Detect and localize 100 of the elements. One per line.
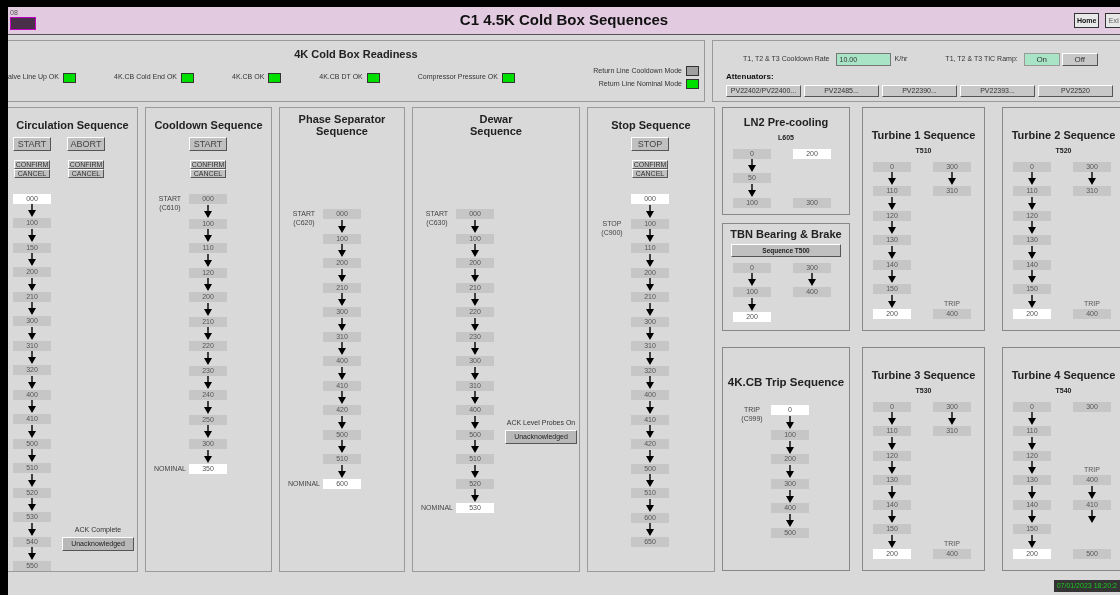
down-arrow-icon [888,196,896,210]
down-arrow-icon [748,183,756,197]
down-arrow-icon [338,244,346,258]
down-arrow-icon [646,400,654,414]
down-arrow-icon [204,253,212,267]
down-arrow-icon [1028,412,1036,426]
down-arrow-icon [646,204,654,218]
down-arrow-icon [1028,534,1036,548]
down-arrow-icon [471,489,479,503]
down-arrow-icon [204,278,212,292]
down-arrow-icon [646,498,654,512]
down-arrow-icon [888,412,896,426]
panel-title: LN2 Pre-cooling [742,115,830,130]
down-arrow-icon [471,244,479,258]
ramp-toggle[interactable]: Off [1061,53,1098,66]
down-arrow-icon [338,415,346,429]
down-arrow-icon [1088,172,1096,186]
down-arrow-icon [28,253,36,267]
down-arrow-icon [786,514,794,527]
down-arrow-icon [1028,221,1036,235]
down-arrow-icon [471,268,479,282]
panel-title: 4K.CB Trip Sequence [726,375,846,390]
down-arrow-icon [646,327,654,341]
down-arrow-icon [338,391,346,405]
down-arrow-icon [28,498,36,512]
down-arrow-icon [471,317,479,331]
down-arrow-icon [471,293,479,307]
down-arrow-icon [786,440,794,454]
ramp-toggle[interactable]: On [1023,53,1060,66]
down-arrow-icon [888,294,896,308]
window-title: C1 4.5K Cold Box Sequences [458,10,670,31]
down-arrow-icon [888,534,896,548]
down-arrow-icon [1028,294,1036,308]
down-arrow-icon [28,277,36,291]
down-arrow-icon [888,436,896,450]
down-arrow-icon [888,270,896,284]
down-arrow-icon [646,253,654,267]
down-arrow-icon [888,461,896,475]
panel-title: Phase Separator Sequence [297,113,387,137]
down-arrow-icon [28,228,36,242]
down-arrow-icon [1028,196,1036,210]
down-arrow-icon [748,159,756,173]
down-arrow-icon [786,489,794,503]
sequence-button[interactable]: START [13,136,51,151]
down-arrow-icon [204,400,212,414]
panel-title: TBN Bearing & Brake [729,227,843,242]
down-arrow-icon [1028,245,1036,259]
down-arrow-icon [1088,510,1096,524]
panel-title: Turbine 4 Sequence [1010,368,1117,383]
sequence-button[interactable]: STOP [631,137,669,151]
down-arrow-icon [338,293,346,307]
down-arrow-icon [1028,510,1036,524]
down-arrow-icon [1028,436,1036,450]
down-arrow-icon [204,351,212,365]
down-arrow-icon [646,523,654,537]
down-arrow-icon [28,204,36,218]
down-arrow-icon [471,391,479,405]
down-arrow-icon [28,522,36,536]
down-arrow-icon [28,424,36,438]
down-arrow-icon [948,412,956,426]
down-arrow-icon [1088,485,1096,499]
down-arrow-icon [28,375,36,389]
down-arrow-icon [338,268,346,282]
down-arrow-icon [646,474,654,488]
down-arrow-icon [204,302,212,316]
panel-title: Dewar Sequence [469,113,523,137]
panel-title: Cooldown Sequence [154,119,263,131]
down-arrow-icon [28,302,36,316]
sequence-button[interactable]: ABORT [67,136,105,151]
panel-title: Turbine 3 Sequence [870,368,977,383]
down-arrow-icon [748,273,756,287]
down-arrow-icon [204,425,212,439]
down-arrow-icon [204,449,212,463]
down-arrow-icon [646,425,654,439]
down-arrow-icon [1028,270,1036,284]
section-label: Attenuators: [726,71,774,83]
down-arrow-icon [748,297,756,311]
down-arrow-icon [28,400,36,414]
status-indicator [10,17,36,30]
down-arrow-icon [28,449,36,463]
panel-title: Turbine 1 Sequence [870,128,977,143]
down-arrow-icon [204,204,212,218]
down-arrow-icon [646,376,654,390]
sequence-button[interactable]: START [189,137,227,151]
down-arrow-icon [28,326,36,340]
down-arrow-icon [338,342,346,356]
down-arrow-icon [28,547,36,561]
down-arrow-icon [471,440,479,454]
down-arrow-icon [338,317,346,331]
down-arrow-icon [646,302,654,316]
down-arrow-icon [646,449,654,463]
down-arrow-icon [471,342,479,356]
down-arrow-icon [471,219,479,233]
down-arrow-icon [28,351,36,365]
down-arrow-icon [471,464,479,478]
down-arrow-icon [338,366,346,380]
down-arrow-icon [888,510,896,524]
down-arrow-icon [888,245,896,259]
down-arrow-icon [204,327,212,341]
down-arrow-icon [28,473,36,487]
